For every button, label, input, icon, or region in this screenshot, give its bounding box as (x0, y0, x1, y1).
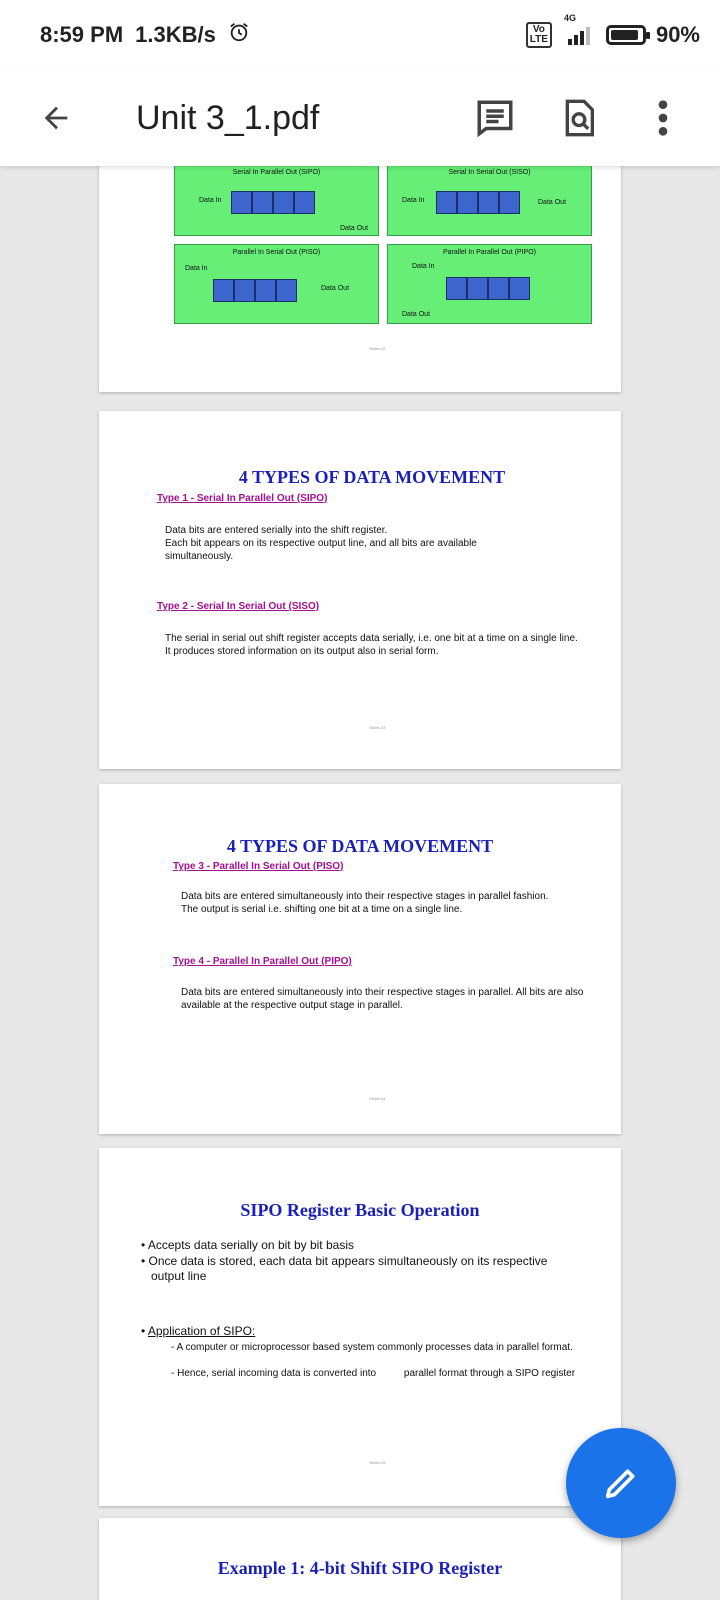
piso-diagram: Parallel In Serial Out (PISO) Data In Da… (174, 244, 379, 324)
network-type: 4G (563, 13, 576, 23)
siso-data-out: Data Out (538, 199, 567, 206)
comment-icon (477, 100, 513, 138)
slide-number: Slides 45 (369, 1460, 386, 1465)
slide-heading: SIPO Register Basic Operation (240, 1200, 480, 1220)
status-time: 8:59 PM (40, 22, 124, 47)
sub-bullet-1: - A computer or microprocessor based sys… (171, 1342, 573, 1353)
type3-link[interactable]: Type 3 - Parallel In Serial Out (PISO) (173, 861, 343, 872)
sipo-title: Serial In Parallel Out (SIPO) (232, 169, 321, 176)
siso-register (436, 191, 520, 214)
sipo-register (231, 191, 315, 214)
sub-bullet-2: - Hence, serial incoming data is convert… (171, 1368, 576, 1379)
status-speed: 1.3KB/s (135, 22, 216, 47)
pdf-page-46: Example 1: 4-bit Shift SIPO Register (99, 1518, 621, 1600)
more-options-button[interactable] (640, 95, 686, 141)
pipo-title: Parallel In Parallel Out (PIPO) (443, 249, 536, 256)
document-title: Unit 3_1.pdf (136, 98, 320, 137)
volte-icon: Vo LTE (525, 22, 552, 48)
pencil-icon (605, 1469, 635, 1499)
bullet-3-text: Application of SIPO: (147, 1324, 256, 1338)
more-vert-icon (658, 100, 668, 136)
siso-diagram: Serial In Serial Out (SISO) Data In Data… (387, 166, 592, 236)
pdf-page-45: SIPO Register Basic Operation • Accepts … (99, 1148, 621, 1506)
slide-number: Slides 43 (369, 725, 386, 730)
search-document-icon (565, 99, 594, 137)
type1-description: Data bits are entered serially into the … (165, 525, 477, 562)
type4-description: Data bits are entered simultaneously int… (181, 987, 584, 1011)
status-bar: 8:59 PM 1.3KB/s Vo LTE 4G 90% (0, 0, 720, 70)
bullet-2-text: Once data is stored, each data bit appea… (148, 1254, 548, 1283)
bullet-3: • Application of SIPO: (141, 1324, 256, 1338)
slide-heading: Example 1: 4-bit Shift SIPO Register (217, 1558, 503, 1578)
sipo-data-in: Data In (199, 197, 222, 204)
pipo-data-out: Data Out (402, 311, 431, 318)
type4-link[interactable]: Type 4 - Parallel In Parallel Out (PIPO) (173, 956, 352, 967)
slide-number: Slides 42 (369, 346, 386, 351)
battery-fill (610, 30, 638, 40)
siso-data-in: Data In (402, 197, 425, 204)
slide-number: Slides 44 (369, 1096, 386, 1101)
sipo-data-out: Data Out (340, 225, 369, 232)
pdf-page-44: 4 TYPES OF DATA MOVEMENT Type 3 - Parall… (99, 784, 621, 1134)
arrow-left-icon (44, 106, 68, 130)
piso-title: Parallel In Serial Out (PISO) (232, 249, 321, 256)
bullet-1-text: Accepts data serially on bit by bit basi… (147, 1238, 354, 1252)
pipo-data-in: Data In (412, 263, 435, 270)
sipo-diagram: Serial In Parallel Out (SIPO) Data In Da… (174, 166, 379, 236)
back-button[interactable] (26, 88, 86, 148)
comments-button[interactable] (472, 95, 518, 141)
bullet-2: • Once data is stored, each data bit app… (141, 1254, 548, 1283)
slide-heading: 4 TYPES OF DATA MOVEMENT (238, 467, 506, 487)
find-in-document-button[interactable] (556, 95, 602, 141)
piso-data-in: Data In (185, 265, 208, 272)
piso-data-out: Data Out (321, 285, 350, 292)
type2-link[interactable]: Type 2 - Serial In Serial Out (SISO) (157, 601, 319, 612)
pipo-register (446, 277, 530, 300)
pdf-page-42: Serial In Parallel Out (SIPO) Data In Da… (99, 166, 621, 392)
app-bar: Unit 3_1.pdf (0, 70, 720, 166)
signal-icon: 4G (562, 13, 596, 45)
bullet-1: • Accepts data serially on bit by bit ba… (141, 1238, 354, 1252)
slide-heading: 4 TYPES OF DATA MOVEMENT (226, 836, 494, 856)
type2-description: The serial in serial out shift register … (165, 633, 578, 657)
siso-title: Serial In Serial Out (SISO) (448, 169, 531, 176)
battery-percent: 90% (655, 22, 700, 47)
alarm-icon (228, 21, 250, 49)
type1-link[interactable]: Type 1 - Serial In Parallel Out (SIPO) (157, 493, 327, 504)
type3-description: Data bits are entered simultaneously int… (181, 891, 549, 915)
battery-icon (605, 25, 650, 45)
pdf-viewer[interactable]: Serial In Parallel Out (SIPO) Data In Da… (0, 166, 720, 1600)
edit-fab-button[interactable] (566, 1428, 676, 1538)
pdf-page-43: 4 TYPES OF DATA MOVEMENT Type 1 - Serial… (99, 411, 621, 769)
pipo-diagram: Parallel In Parallel Out (PIPO) Data In … (387, 244, 592, 324)
piso-register (213, 279, 297, 302)
